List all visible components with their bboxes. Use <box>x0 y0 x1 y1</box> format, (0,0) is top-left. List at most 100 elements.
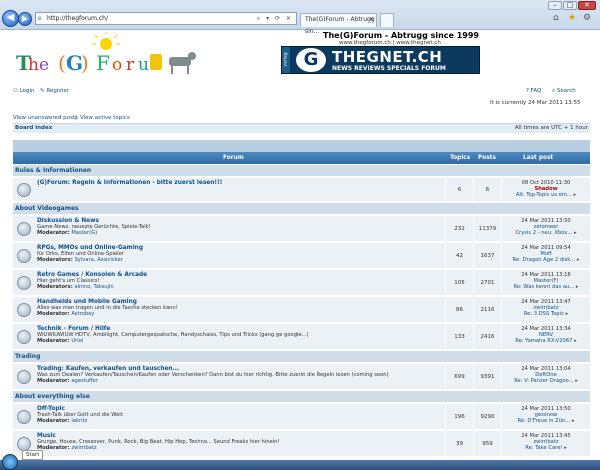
back-button[interactable]: ◀ <box>2 10 19 27</box>
start-button[interactable] <box>2 454 18 470</box>
last-post-topic[interactable]: Re: Yamaha RX-V2067 ▸ <box>502 338 590 344</box>
view-unanswered-link[interactable]: View unanswered posts <box>13 115 78 121</box>
moderator-label: Moderator: <box>37 230 70 236</box>
forum-read-icon <box>17 222 31 236</box>
new-tab-button[interactable] <box>380 13 394 27</box>
moderator-link[interactable]: Master(G) <box>71 230 97 236</box>
last-post-topic-label: Re: 3 DSS Topic <box>523 311 564 318</box>
last-post-topic[interactable]: Crysis 2 - neu: Xbox... ▸ <box>502 230 590 236</box>
tab-close-icon[interactable]: ✕ <box>369 14 374 26</box>
moderator-link[interactable]: Sylvara, Assicicker <box>74 257 122 263</box>
posts-count: 959 <box>473 431 501 456</box>
search-link[interactable]: ⌕ Search <box>552 88 576 95</box>
tab-active[interactable]: The(G)Forum - Abtrugg sin... ✕ <box>300 13 377 35</box>
svg-text:o: o <box>112 55 122 75</box>
forum-row: Off-Topic Trash-Talk über Gott und die We… <box>13 404 590 430</box>
faq-icon: ? <box>526 88 529 94</box>
posts-count: 9391 <box>473 364 501 389</box>
category-header[interactable]: Rules & Informationen <box>13 165 590 177</box>
moderator-link[interactable]: Uriel <box>71 338 83 344</box>
view-latest-post-icon[interactable]: ▸ <box>574 230 577 236</box>
banner-subtitle: NEWS REVIEWS SPECIALS FORUM <box>332 65 446 72</box>
view-active-link[interactable]: View active topics <box>80 115 130 121</box>
view-latest-post-icon[interactable]: ▸ <box>566 311 569 317</box>
site-logo[interactable]: T h e ( G ) F o r u <box>14 32 204 80</box>
topics-count: 86 <box>445 297 473 322</box>
moderator-link[interactable]: agestuffer <box>71 378 98 384</box>
moderator-link[interactable]: alnino, Tatoujin <box>74 284 113 290</box>
forum-read-icon <box>17 303 31 317</box>
breadcrumb-bar: Board index All times are UTC + 1 hour <box>13 123 590 133</box>
favorites-icon[interactable]: ★ <box>568 13 576 23</box>
browser-chrome: – □ ✕ ◀ ▶ e http://thegforum.ch/ ⌕ ▾ ⟳ ✕… <box>0 0 600 35</box>
view-latest-post-icon[interactable]: ▸ <box>572 418 575 424</box>
forum-description: Was zum Dealen? Verkaufen/Tauschen/Kaufe… <box>37 372 389 378</box>
topics-count: 232 <box>445 216 473 241</box>
view-latest-post-icon[interactable]: ▸ <box>574 338 577 344</box>
header-forum: Forum <box>223 155 244 161</box>
moderator-link[interactable]: Astroboy <box>71 311 94 317</box>
login-link[interactable]: ⚇ Login <box>13 88 35 94</box>
close-button[interactable]: ✕ <box>578 1 596 10</box>
svg-text:h: h <box>28 55 39 75</box>
timezone-label: All times are UTC + 1 hour <box>514 125 588 131</box>
minimize-button[interactable]: – <box>548 1 562 10</box>
faq-link[interactable]: ? FAQ <box>526 88 541 94</box>
forward-button[interactable]: ▶ <box>18 12 32 26</box>
svg-text:(: ( <box>58 51 66 75</box>
forum-row: Trading: Kaufen, verkaufen und tauschen.… <box>13 364 590 390</box>
moderator-label: Moderators: <box>37 284 73 290</box>
last-post-topic[interactable]: Re: Was kennt das au... ▸ <box>502 284 590 290</box>
tools-icon[interactable]: ⚙ <box>583 13 591 23</box>
header-last-post: Last post <box>523 155 554 161</box>
header-topics: Topics <box>450 155 471 161</box>
forum-row: Technik - Forum / Hilfe WIUWIUWIUW HDTV, … <box>13 324 590 350</box>
link-separator: | <box>75 115 77 121</box>
current-time: It is currently 24 Mar 2011 13:55 <box>490 100 581 106</box>
start-tooltip: Start <box>22 450 44 460</box>
category-header[interactable]: About Videogames <box>13 203 590 215</box>
last-post-topic-label: Re: V: Panzer Dragoo... <box>514 378 574 385</box>
moderator-link[interactable]: zwirribatz <box>71 445 96 451</box>
category-header[interactable]: Trading <box>13 351 590 363</box>
category-header[interactable]: About everything else <box>13 391 590 403</box>
maximize-button[interactable]: □ <box>563 1 577 10</box>
forum-title-link[interactable]: (G)Forum: Regeln & Informationen - bitte… <box>37 180 447 186</box>
posts-count: 9290 <box>473 404 501 429</box>
last-post-topic[interactable]: Re: D'Freue in Zün... ▸ <box>502 418 590 424</box>
thegnet-banner[interactable]: verlag G THEGNET.CH NEWS REVIEWS SPECIAL… <box>281 46 480 74</box>
register-link[interactable]: ✎ Register <box>40 88 69 94</box>
last-post-topic-label: Re: D'Freue in Zün... <box>517 418 571 425</box>
address-bar[interactable]: e http://thegforum.ch/ ⌕ ▾ ⟳ ✕ <box>35 12 297 25</box>
moderator-label: Moderator: <box>37 338 70 344</box>
breadcrumb[interactable]: Board index <box>15 125 52 131</box>
topics-count: 39 <box>445 431 473 456</box>
last-post-topic[interactable]: Re: V: Panzer Dragoo... ▸ <box>502 378 590 384</box>
moderator-link[interactable]: lakritz <box>71 418 87 424</box>
address-actions-icon[interactable]: ⌕ ▾ ⟳ ✕ <box>257 13 293 24</box>
last-post-topic[interactable]: Alt: Top-Topic us em... ▸ <box>502 192 590 198</box>
last-post-topic[interactable]: Re: Dragon Age 2 disk... ▸ <box>502 257 590 263</box>
home-icon[interactable]: ⌂ <box>553 13 559 23</box>
last-post-topic[interactable]: Re: 3 DSS Topic ▸ <box>502 311 590 317</box>
forum-read-icon <box>17 183 31 197</box>
topics-count: 105 <box>445 270 473 295</box>
svg-text:): ) <box>81 51 89 75</box>
view-latest-post-icon[interactable]: ▸ <box>577 257 580 263</box>
topics-count: 6 <box>445 178 473 201</box>
forum-table-top-bar <box>13 140 590 152</box>
view-latest-post-icon[interactable]: ▸ <box>576 284 579 290</box>
banner-title: THEGNET.CH <box>332 48 443 66</box>
last-post-topic-label: Re: Dragon Age 2 disk... <box>512 257 576 264</box>
topics-count: 42 <box>445 243 473 268</box>
view-latest-post-icon[interactable]: ▸ <box>575 378 578 384</box>
taskbar <box>0 454 600 470</box>
view-latest-post-icon[interactable]: ▸ <box>564 445 567 451</box>
posts-count: 1637 <box>473 243 501 268</box>
svg-text:e: e <box>39 55 49 75</box>
forum-read-icon <box>17 410 31 424</box>
last-post-topic[interactable]: Re: Take Care! ▸ <box>502 445 590 451</box>
view-latest-post-icon[interactable]: ▸ <box>574 192 577 198</box>
posts-count: 2116 <box>473 297 501 322</box>
site-tagline: The(G)Forum - Abtrugg since 1999 <box>323 31 479 40</box>
